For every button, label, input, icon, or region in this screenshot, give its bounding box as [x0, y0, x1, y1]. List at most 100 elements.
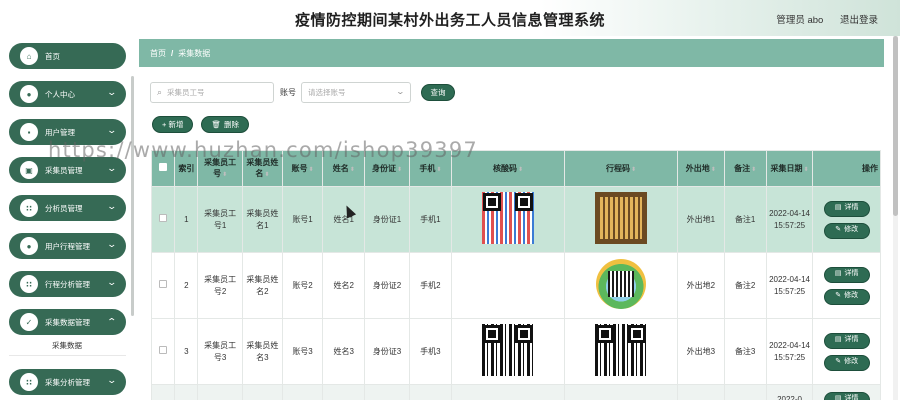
- sort-icon[interactable]: ⬍: [309, 167, 314, 173]
- add-button[interactable]: + 新增: [152, 116, 194, 133]
- action-bar: + 新增 🗑 删除: [152, 116, 257, 133]
- cell-account: 账号2: [281, 252, 324, 319]
- edit-icon: ✎: [835, 292, 842, 300]
- column-header[interactable]: 行程码⬍: [564, 150, 679, 187]
- cell-id-card: 身份证3: [364, 318, 410, 385]
- select-all-checkbox[interactable]: [159, 162, 168, 171]
- breadcrumb-separator: /: [171, 48, 174, 58]
- row-checkbox[interactable]: [159, 345, 168, 354]
- nucleic-acid-code-image[interactable]: [481, 323, 534, 376]
- top-bar: 疫情防控期间某村外出务工人员信息管理系统 管理员 abo 退出登录: [0, 0, 900, 36]
- sort-icon[interactable]: ⬍: [751, 167, 756, 173]
- cell-note: 备注3: [723, 318, 767, 385]
- sidebar-scrollbar[interactable]: [131, 76, 134, 316]
- trip-code-image[interactable]: [596, 258, 647, 309]
- cell-account: 账号3: [281, 318, 324, 385]
- cell-name: 姓名2: [322, 252, 366, 319]
- column-header[interactable]: 身份证⬍: [364, 150, 410, 187]
- delete-button[interactable]: 🗑 删除: [201, 116, 249, 133]
- collector-icon: ▣: [20, 161, 38, 179]
- sort-icon[interactable]: ⬍: [397, 167, 402, 173]
- detail-button[interactable]: ▤ 详情: [823, 200, 870, 217]
- data-table-container: 索引 采集员工号⬍ 采集员姓名⬍ 账号⬍ 姓名⬍ 身份证⬍ 手机⬍ 核酸码⬍ 行…: [151, 150, 881, 400]
- column-header[interactable]: 外出地⬍: [677, 150, 725, 187]
- sidebar-item-user-mgmt[interactable]: ▪ 用户管理 ⌄: [9, 119, 126, 145]
- detail-button[interactable]: ▤ 详情: [823, 266, 870, 283]
- breadcrumb-home[interactable]: 首页: [150, 48, 166, 59]
- sidebar-item-label: 分析员管理: [45, 203, 83, 213]
- cell-origin: 外出地1: [677, 186, 725, 253]
- sidebar-item-profile[interactable]: ● 个人中心 ⌄: [9, 81, 126, 107]
- cell-actions: ▤ 详情 ✎ 修改: [812, 252, 881, 319]
- table-row[interactable]: 3 采集员工号3 采集员姓名3 账号3 姓名3 身份证3 手机3 外出地3 备注…: [151, 318, 881, 385]
- page-scrollbar[interactable]: [893, 36, 898, 400]
- edit-button[interactable]: ✎ 修改: [823, 288, 870, 305]
- column-header[interactable]: 采集日期⬍: [765, 150, 814, 187]
- detail-button[interactable]: ▤ 详情: [823, 391, 870, 400]
- chevron-up-icon: ⌄: [106, 316, 118, 326]
- account-select[interactable]: 请选择账号 ⌄: [301, 81, 411, 103]
- sidebar-item-home[interactable]: ⌂ 首页: [9, 43, 126, 69]
- column-header[interactable]: 备注⬍: [723, 150, 767, 187]
- select-all-cell[interactable]: [151, 150, 176, 187]
- trip-code-image[interactable]: [595, 323, 648, 376]
- table-row[interactable]: 2022-0 ▤ 详情: [151, 384, 881, 400]
- sort-icon[interactable]: ⬍: [222, 172, 227, 178]
- cell-collector-no: 采集员工号2: [197, 252, 243, 319]
- admin-user-label[interactable]: 管理员 abo: [776, 15, 823, 26]
- sidebar-item-collected-data-mgmt[interactable]: ✓ 采集数据管理 ⌄: [9, 309, 126, 335]
- cell-collector-no: 采集员工号3: [197, 318, 243, 385]
- sidebar-item-collected-analysis-mgmt[interactable]: ∷ 采集分析管理 ⌄: [9, 369, 126, 395]
- column-header[interactable]: 姓名⬍: [322, 150, 366, 187]
- search-area: ⌕ 采集员工号 账号 请选择账号 ⌄ 查询: [150, 81, 455, 103]
- breadcrumb: 首页 / 采集数据: [139, 39, 884, 67]
- query-button[interactable]: 查询: [421, 83, 455, 101]
- cell-phone: 手机3: [408, 318, 452, 385]
- grid-icon: ∷: [20, 199, 38, 217]
- submenu-collected-data[interactable]: 采集数据: [9, 336, 126, 356]
- cell-note: 备注1: [723, 186, 767, 253]
- trip-code-image[interactable]: [595, 191, 648, 244]
- sidebar-item-trip-analysis-mgmt[interactable]: ∷ 行程分析管理 ⌄: [9, 271, 126, 297]
- table-row[interactable]: 1 采集员工号1 采集员姓名1 账号1 姓名1 身份证1 手机1 外出地1 备注…: [151, 186, 881, 253]
- sidebar-item-analyst-mgmt[interactable]: ∷ 分析员管理 ⌄: [9, 195, 126, 221]
- nucleic-acid-code-image[interactable]: [481, 191, 534, 244]
- grid-icon: ∷: [20, 275, 38, 293]
- sidebar-item-label: 用户管理: [45, 127, 75, 137]
- main-content: 首页 / 采集数据 ⌕ 采集员工号 账号 请选择账号 ⌄ 查询 + 新增 🗑 删…: [139, 36, 900, 400]
- sort-icon[interactable]: ⬍: [264, 172, 269, 178]
- sort-icon[interactable]: ⬍: [804, 167, 809, 173]
- cell-origin: 外出地3: [677, 318, 725, 385]
- logout-link[interactable]: 退出登录: [840, 15, 878, 26]
- delete-button-label: 删除: [224, 120, 239, 129]
- top-right-area: 管理员 abo 退出登录: [762, 12, 878, 26]
- collector-no-input[interactable]: ⌕ 采集员工号: [150, 81, 274, 103]
- sort-icon[interactable]: ⬍: [518, 167, 523, 173]
- column-header[interactable]: 账号⬍: [281, 150, 324, 187]
- edit-button[interactable]: ✎ 修改: [823, 222, 870, 239]
- column-header[interactable]: 采集员工号⬍: [197, 150, 243, 187]
- column-header[interactable]: 核酸码⬍: [450, 150, 566, 187]
- account-select-placeholder: 请选择账号: [308, 87, 346, 97]
- column-header[interactable]: 采集员姓名⬍: [241, 150, 283, 187]
- row-checkbox[interactable]: [159, 279, 168, 288]
- sidebar-item-collector-mgmt[interactable]: ▣ 采集员管理 ⌄: [9, 157, 126, 183]
- cell-note: 备注2: [723, 252, 767, 319]
- cell-name: 姓名3: [322, 318, 366, 385]
- sort-icon[interactable]: ⬍: [350, 167, 355, 173]
- cell-collector-no: 采集员工号1: [197, 186, 243, 253]
- column-header[interactable]: 手机⬍: [408, 150, 452, 187]
- chevron-down-icon: ⌄: [395, 86, 406, 96]
- sort-icon[interactable]: ⬍: [711, 167, 716, 173]
- column-header[interactable]: 索引: [174, 150, 199, 187]
- table-row[interactable]: 2 采集员工号2 采集员姓名2 账号2 姓名2 身份证2 手机2 外出地2 备注…: [151, 221, 881, 319]
- sort-icon[interactable]: ⬍: [631, 167, 636, 173]
- edit-button[interactable]: ✎ 修改: [823, 354, 870, 371]
- sort-icon[interactable]: ⬍: [436, 167, 441, 173]
- row-checkbox[interactable]: [159, 213, 168, 222]
- account-label: 账号: [280, 87, 296, 97]
- cell-collector-name: 采集员姓名1: [241, 186, 283, 253]
- sidebar-item-user-trip-mgmt[interactable]: ● 用户行程管理 ⌄: [9, 233, 126, 259]
- edit-icon: ✎: [835, 226, 842, 234]
- detail-button[interactable]: ▤ 详情: [823, 332, 870, 349]
